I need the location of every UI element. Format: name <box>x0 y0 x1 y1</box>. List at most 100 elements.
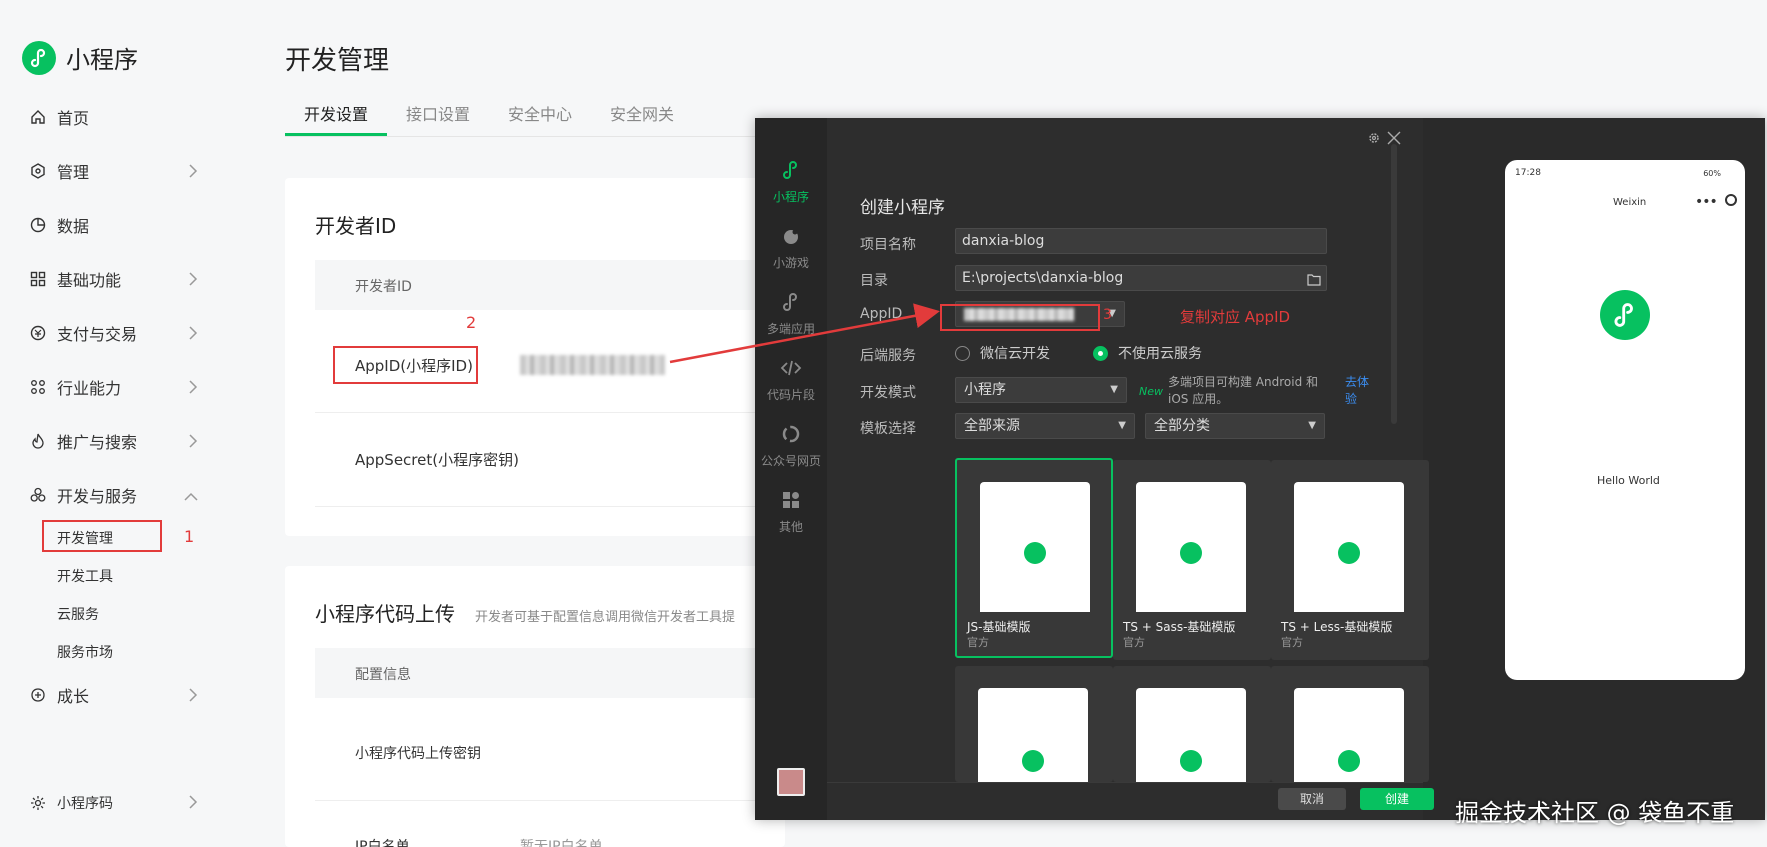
radio-unchecked <box>955 345 970 361</box>
chevron-right-icon <box>188 163 198 182</box>
template-name: TS + Less-基础模版 <box>1281 620 1393 634</box>
nav-promote[interactable]: 推广与搜索 <box>28 426 198 456</box>
subnav-dev-tools[interactable]: 开发工具 <box>57 566 113 586</box>
annotation-number-2: 2 <box>466 313 477 332</box>
template-card[interactable] <box>1271 666 1429 782</box>
miniprogram-logo-icon <box>1600 290 1650 340</box>
preview-time: 17:28 <box>1515 168 1541 178</box>
nav-home[interactable]: 首页 <box>28 102 198 132</box>
tab-security-gateway[interactable]: 安全网关 <box>591 100 693 136</box>
try-link[interactable]: 去体验 <box>1345 374 1377 408</box>
nav-devservice[interactable]: 开发与服务 <box>28 480 198 510</box>
chevron-right-icon <box>188 325 198 344</box>
tab-security-center[interactable]: 安全中心 <box>489 100 591 136</box>
pie-chart-icon <box>28 215 48 235</box>
phone-preview: 17:28 60% Weixin ••• Hello World <box>1505 160 1745 680</box>
template-name: JS-基础模版 <box>967 620 1031 634</box>
template-card[interactable] <box>955 666 1113 782</box>
template-card-ts-less[interactable]: TS + Less-基础模版 官方 <box>1271 460 1429 660</box>
ip-whitelist-label: IP白名单 <box>355 839 410 847</box>
type-official-web[interactable]: 公众号网页 <box>755 424 827 469</box>
type-miniprogram[interactable]: 小程序 <box>755 160 827 205</box>
dialog-title: 创建小程序 <box>860 198 945 218</box>
upload-header-label: 配置信息 <box>355 667 411 683</box>
nav-growth[interactable]: 成长 <box>28 680 198 710</box>
brand[interactable]: 小程序 <box>22 40 138 75</box>
dropdown-caret-icon: ▼ <box>1118 420 1126 431</box>
annotation-number-1: 1 <box>184 527 195 546</box>
template-preview <box>1294 688 1404 782</box>
row-divider <box>315 800 785 801</box>
home-icon <box>28 107 48 127</box>
close-icon[interactable] <box>1387 130 1401 149</box>
dev-mode-value: 小程序 <box>964 382 1006 398</box>
dropdown-caret-icon: ▼ <box>1308 420 1316 431</box>
type-other[interactable]: 其他 <box>755 490 827 535</box>
type-other-label: 其他 <box>778 520 803 534</box>
project-name-input[interactable] <box>955 228 1327 254</box>
template-card-js[interactable]: JS-基础模版 官方 <box>955 458 1113 658</box>
subnav-market[interactable]: 服务市场 <box>57 642 113 662</box>
nav-industry-label: 行业能力 <box>57 379 122 398</box>
create-button[interactable]: 创建 <box>1360 788 1434 810</box>
radio-checked <box>1093 345 1108 361</box>
settings-gear-icon[interactable] <box>1367 130 1381 149</box>
template-preview <box>1136 688 1246 782</box>
type-snippet[interactable]: 代码片段 <box>755 358 827 403</box>
backend-option-cloud[interactable]: 微信云开发 <box>955 343 1050 363</box>
flame-icon <box>28 431 48 451</box>
miniprogram-icon <box>755 160 827 188</box>
miniprogram-logo-icon <box>1180 542 1202 564</box>
nav-manage[interactable]: 管理 <box>28 156 198 186</box>
miniprogram-logo-icon <box>1338 542 1360 564</box>
backend-option-none[interactable]: 不使用云服务 <box>1093 343 1202 363</box>
template-card[interactable] <box>1113 666 1271 782</box>
type-multiplatform[interactable]: 多端应用 <box>755 292 827 337</box>
row-divider <box>315 412 785 413</box>
nav-qrcode[interactable]: 小程序码 <box>28 788 198 818</box>
tab-dev-settings[interactable]: 开发设置 <box>285 100 388 136</box>
nav-basic[interactable]: 基础功能 <box>28 264 198 294</box>
subnav-cloud[interactable]: 云服务 <box>57 604 99 624</box>
tab-api-settings[interactable]: 接口设置 <box>387 100 489 136</box>
nav-industry[interactable]: 行业能力 <box>28 372 198 402</box>
dropdown-caret-icon: ▼ <box>1110 384 1118 395</box>
nav-data[interactable]: 数据 <box>28 210 198 240</box>
form-scrollbar[interactable] <box>1391 144 1397 424</box>
template-name: TS + Sass-基础模版 <box>1123 620 1236 634</box>
refresh-icon <box>755 424 827 452</box>
preview-battery: 60% <box>1703 169 1721 178</box>
nav-promote-label: 推广与搜索 <box>57 433 138 452</box>
directory-input[interactable] <box>955 265 1327 291</box>
nav-pay[interactable]: 支付与交易 <box>28 318 198 348</box>
template-preview <box>978 688 1088 782</box>
nav-manage-label: 管理 <box>57 163 90 182</box>
template-author: 官方 <box>967 636 989 649</box>
nav-data-label: 数据 <box>57 217 90 236</box>
template-preview <box>1136 482 1246 612</box>
miniprogram-logo-icon <box>22 40 56 75</box>
capsule-close-icon <box>1725 194 1737 206</box>
dev-mode-select[interactable]: 小程序 ▼ <box>955 377 1127 403</box>
devid-table-header: 开发者ID <box>315 260 785 310</box>
ip-whitelist-value: 暂无IP白名单 <box>520 839 603 847</box>
tabs-divider <box>285 136 765 137</box>
cancel-button[interactable]: 取消 <box>1278 788 1346 810</box>
type-minigame[interactable]: 小游戏 <box>755 226 827 271</box>
nav-basic-label: 基础功能 <box>57 271 122 290</box>
code-icon <box>755 358 827 386</box>
type-snippet-label: 代码片段 <box>766 388 815 402</box>
apps-icon <box>755 490 827 518</box>
folder-icon[interactable] <box>1307 271 1321 290</box>
template-category-select[interactable]: 全部分类 ▼ <box>1145 413 1325 439</box>
watermark: 掘金技术社区 @ 袋鱼不重 <box>1455 799 1735 827</box>
chevron-right-icon <box>188 271 198 290</box>
user-avatar[interactable] <box>777 768 805 796</box>
template-source-select[interactable]: 全部来源 ▼ <box>955 413 1135 439</box>
grid-icon <box>28 269 48 289</box>
annotation-number-3: 3 <box>1103 307 1112 323</box>
miniprogram-logo-icon <box>1024 542 1046 564</box>
nav-pay-label: 支付与交易 <box>57 325 138 344</box>
template-card-ts-sass[interactable]: TS + Sass-基础模版 官方 <box>1113 460 1271 660</box>
miniprogram-logo-icon <box>1338 750 1360 772</box>
